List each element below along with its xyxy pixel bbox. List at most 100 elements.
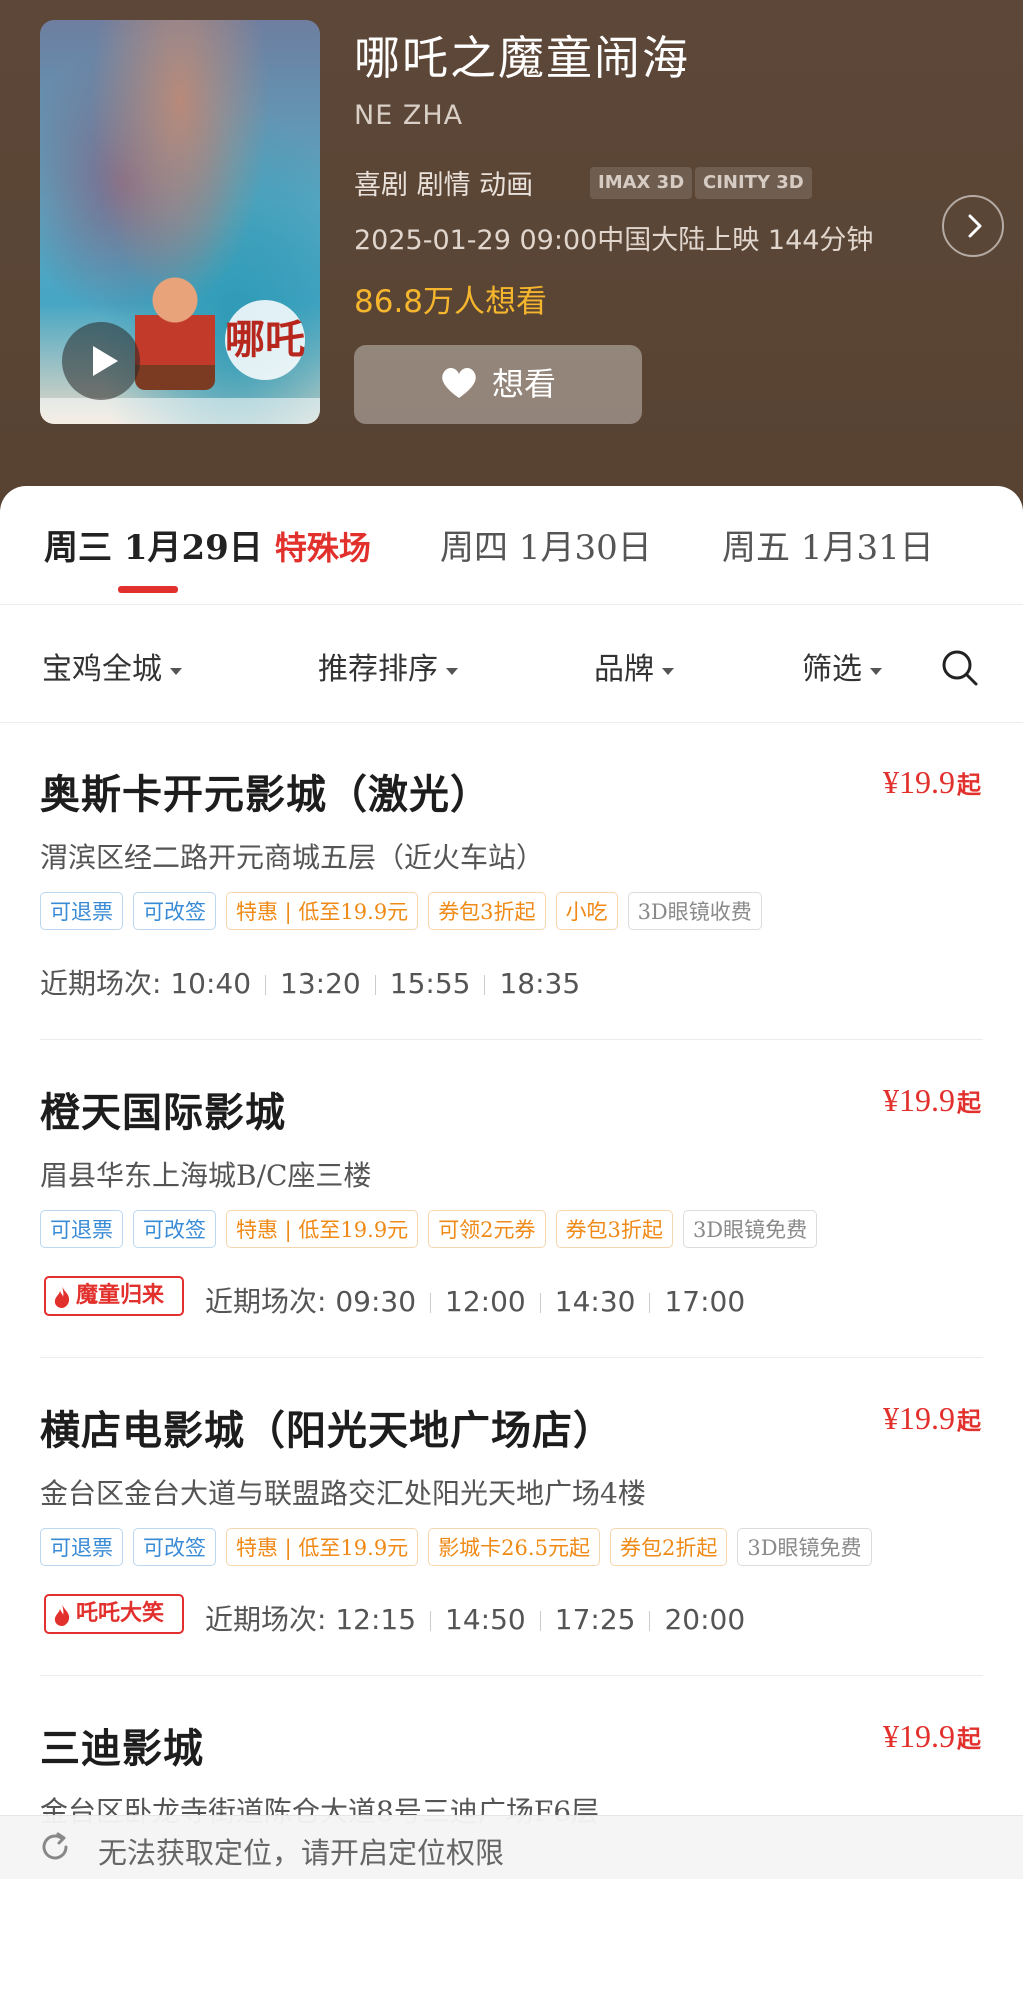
cinema-price: ¥19.9起	[883, 1082, 981, 1119]
flame-icon	[54, 1604, 70, 1626]
tag-changeable: 可改签	[133, 1528, 216, 1566]
showtime-sheet: 周三 1月29日 特殊场 周四 1月30日 周五 1月31日 宝鸡全城 推荐排序 …	[0, 486, 1023, 1878]
location-notice: 无法获取定位，请开启定位权限	[98, 1836, 505, 1870]
cinema-name: 奥斯卡开元影城（激光）	[40, 771, 491, 818]
showtime: 18:35	[499, 967, 581, 1000]
tag-changeable: 可改签	[133, 1210, 216, 1248]
play-icon	[93, 346, 118, 376]
play-button[interactable]	[62, 322, 140, 400]
heart-icon	[442, 368, 476, 398]
cinema-address: 渭滨区经二路开元商城五层（近火车站）	[40, 841, 545, 874]
format-badge-cinity: CINITY 3D	[695, 167, 812, 199]
chevron-right-icon	[968, 214, 982, 238]
movie-detail-button[interactable]	[942, 195, 1004, 257]
cinema-price: ¥19.9起	[883, 1400, 981, 1437]
filter-area-label: 宝鸡全城	[42, 652, 162, 687]
tag-3d-glasses: 3D眼镜收费	[627, 892, 762, 930]
tag-refundable: 可退票	[40, 892, 123, 930]
showtime: 17:00	[664, 1285, 746, 1318]
separator	[265, 975, 267, 995]
showtime: 15:55	[389, 967, 471, 1000]
caret-down-icon	[446, 667, 458, 675]
caret-down-icon	[170, 667, 182, 675]
tag-discount: 特惠 | 低至19.9元	[226, 892, 419, 930]
tag-coupon-pack: 券包2折起	[609, 1528, 728, 1566]
showtime: 09:30	[335, 1285, 417, 1318]
release-info: 2025-01-29 09:00中国大陆上映 144分钟	[354, 225, 874, 256]
separator	[649, 1293, 651, 1313]
filter-more-label: 筛选	[802, 652, 862, 687]
active-tab-indicator	[118, 586, 178, 593]
cinema-item[interactable]: 橙天国际影城 ¥19.9起 眉县华东上海城B/C座三楼 可退票 可改签 特惠 | 低…	[0, 1040, 1023, 1358]
tag-changeable: 可改签	[133, 892, 216, 930]
cinema-item[interactable]: 奥斯卡开元影城（激光） ¥19.9起 渭滨区经二路开元商城五层（近火车站） 可退…	[0, 722, 1023, 1040]
separator	[484, 975, 486, 995]
cinema-name: 橙天国际影城	[40, 1089, 286, 1136]
filter-more[interactable]: 筛选	[802, 644, 882, 688]
price-value: ¥19.9	[883, 1718, 955, 1754]
showtime: 13:20	[280, 967, 361, 1000]
location-permission-bar[interactable]: 无法获取定位，请开启定位权限	[0, 1815, 1023, 1879]
tag-3d-glasses: 3D眼镜免费	[737, 1528, 872, 1566]
cinema-name: 横店电影城（阳光天地广场店）	[40, 1407, 614, 1454]
cinema-price: ¥19.9起	[883, 1718, 981, 1755]
want-count: 86.8万人想看	[354, 284, 548, 320]
poster-logo: 哪吒	[225, 300, 305, 380]
showtimes-label: 近期场次:	[40, 967, 162, 1000]
promo-badge: 魔童归来	[44, 1276, 184, 1316]
cinema-name: 三迪影城	[40, 1725, 204, 1772]
cinema-address: 眉县华东上海城B/C座三楼	[40, 1159, 372, 1192]
filter-bar: 宝鸡全城 推荐排序 品牌 筛选	[0, 604, 1023, 723]
price-suffix: 起	[957, 773, 981, 799]
flame-icon	[54, 1286, 70, 1308]
caret-down-icon	[662, 667, 674, 675]
filter-sort[interactable]: 推荐排序	[318, 644, 458, 688]
cinema-address: 金台区金台大道与联盟路交汇处阳光天地广场4楼	[40, 1477, 646, 1510]
movie-title: 哪吒之魔童闹海	[354, 31, 690, 85]
cinema-tags: 可退票 可改签 特惠 | 低至19.9元 券包3折起 小吃 3D眼镜收费	[40, 892, 772, 934]
separator	[539, 1611, 541, 1631]
filter-area[interactable]: 宝鸡全城	[42, 644, 182, 688]
cinema-tags: 可退票 可改签 特惠 | 低至19.9元 可领2元券 券包3折起 3D眼镜免费	[40, 1210, 827, 1252]
movie-header: 哪吒 哪吒之魔童闹海 NE ZHA 喜剧 剧情 动画 IMAX 3D CINIT…	[0, 0, 1023, 520]
price-value: ¥19.9	[883, 1082, 955, 1118]
tab-date-jan30[interactable]: 周四 1月30日	[440, 520, 652, 569]
tag-refundable: 可退票	[40, 1528, 123, 1566]
showtime: 12:15	[335, 1603, 417, 1636]
cinema-item[interactable]: 横店电影城（阳光天地广场店） ¥19.9起 金台区金台大道与联盟路交汇处阳光天地…	[0, 1358, 1023, 1676]
showtimes-label: 近期场次:	[205, 1285, 327, 1318]
recent-showtimes: 近期场次: 12:15 14:50 17:25 20:00	[205, 1598, 745, 1638]
showtime: 14:30	[554, 1285, 636, 1318]
want-to-see-button[interactable]: 想看	[354, 345, 642, 424]
tab-date-jan31[interactable]: 周五 1月31日	[722, 520, 934, 569]
tag-refundable: 可退票	[40, 1210, 123, 1248]
showtime: 10:40	[170, 967, 252, 1000]
filter-brand[interactable]: 品牌	[594, 644, 674, 688]
showtime: 17:25	[554, 1603, 636, 1636]
special-screening-badge: 特殊场	[274, 529, 371, 567]
cinema-price: ¥19.9起	[883, 764, 981, 801]
filter-brand-label: 品牌	[594, 652, 654, 687]
tab-date-jan29[interactable]: 周三 1月29日 特殊场	[44, 520, 371, 569]
separator	[539, 1293, 541, 1313]
price-suffix: 起	[957, 1091, 981, 1117]
movie-genres: 喜剧 剧情 动画	[354, 170, 534, 201]
refresh-icon[interactable]	[38, 1830, 72, 1864]
filter-sort-label: 推荐排序	[318, 652, 438, 687]
showtime: 20:00	[664, 1603, 746, 1636]
price-suffix: 起	[957, 1409, 981, 1435]
promo-badge: 吒吒大笑	[44, 1594, 184, 1634]
separator	[430, 1293, 432, 1313]
search-icon[interactable]	[940, 648, 980, 688]
movie-english-title: NE ZHA	[354, 100, 464, 131]
movie-poster[interactable]: 哪吒	[40, 20, 320, 424]
poster-footer	[40, 398, 320, 424]
showtime: 14:50	[445, 1603, 526, 1636]
promo-label: 魔童归来	[76, 1283, 165, 1308]
recent-showtimes: 近期场次: 09:30 12:00 14:30 17:00	[205, 1280, 745, 1320]
tag-coupon: 可领2元券	[428, 1210, 546, 1248]
tag-discount: 特惠 | 低至19.9元	[226, 1210, 419, 1248]
tag-3d-glasses: 3D眼镜免费	[682, 1210, 818, 1248]
promo-label: 吒吒大笑	[76, 1601, 165, 1626]
date-tabs: 周三 1月29日 特殊场 周四 1月30日 周五 1月31日	[0, 486, 1023, 605]
